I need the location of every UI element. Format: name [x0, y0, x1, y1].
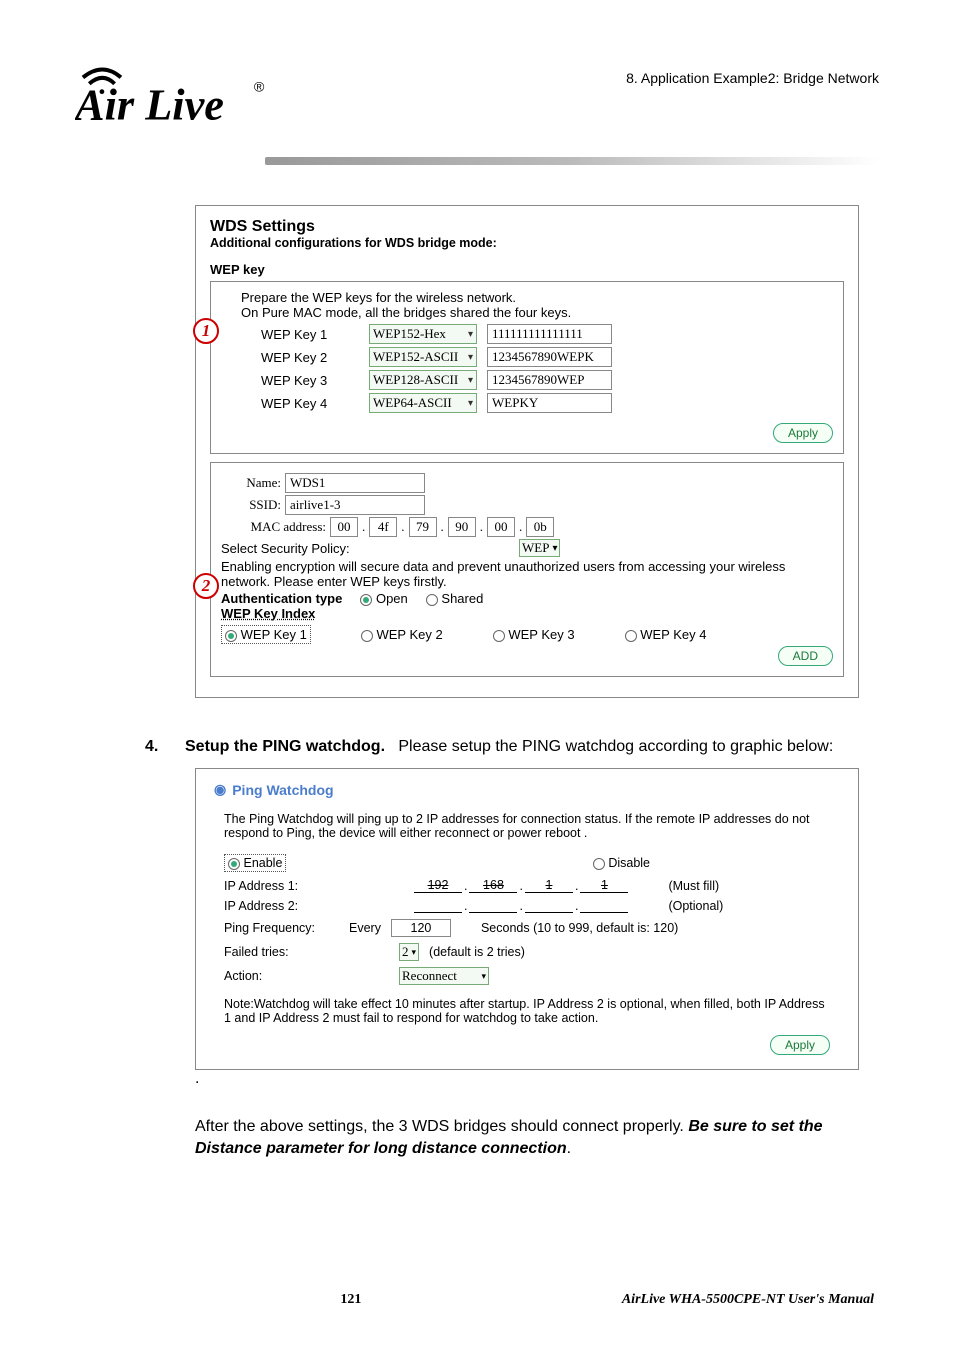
- wep-type-select[interactable]: WEP128-ASCII▾: [369, 370, 477, 390]
- wep-key1-radio[interactable]: WEP Key 1: [221, 625, 311, 644]
- fail-label: Failed tries:: [224, 945, 339, 959]
- gear-icon: ◉: [214, 781, 226, 798]
- step-title: Setup the PING watchdog.: [185, 738, 385, 755]
- mac-octet-input[interactable]: 79: [409, 517, 437, 537]
- chevron-down-icon: ▾: [468, 352, 473, 363]
- wds-entry-section: 2 Name:WDS1 SSID:airlive1-3 MAC address:…: [210, 462, 844, 677]
- wep-value-input[interactable]: WEPKY: [487, 393, 612, 413]
- step-desc: Please setup the PING watchdog according…: [398, 738, 833, 755]
- action-label: Action:: [224, 969, 339, 983]
- wep-key-row: WEP Key 3 WEP128-ASCII▾ 1234567890WEP: [261, 370, 833, 390]
- chevron-down-icon: ▾: [468, 375, 473, 386]
- wep-value-input[interactable]: 1234567890WEPK: [487, 347, 612, 367]
- mac-octet-input[interactable]: 00: [487, 517, 515, 537]
- manual-title: AirLive WHA-5500CPE-NT User's Manual: [622, 1292, 874, 1308]
- wep-key3-radio[interactable]: WEP Key 3: [493, 627, 575, 642]
- add-button[interactable]: ADD: [778, 646, 833, 666]
- ip2-input[interactable]: . . .: [414, 899, 628, 913]
- wep-intro-1: Prepare the WEP keys for the wireless ne…: [241, 290, 833, 305]
- chevron-down-icon: ▾: [468, 398, 473, 409]
- mac-octet-input[interactable]: 00: [330, 517, 358, 537]
- wep-key-row: WEP Key 1 WEP152-Hex▾ 111111111111111: [261, 324, 833, 344]
- mac-label: MAC address:: [221, 519, 326, 535]
- wep-key-row: WEP Key 2 WEP152-ASCII▾ 1234567890WEPK: [261, 347, 833, 367]
- step-4: 4. Setup the PING watchdog. Please setup…: [145, 738, 859, 756]
- mac-octet-input[interactable]: 0b: [526, 517, 554, 537]
- svg-text:®: ®: [254, 80, 265, 96]
- mac-octet-input[interactable]: 90: [448, 517, 476, 537]
- wep-key-section: 1 Prepare the WEP keys for the wireless …: [210, 281, 844, 454]
- fail-select[interactable]: 2▾: [399, 943, 419, 961]
- airlive-logo: Air Live ®: [75, 60, 265, 135]
- wep-value-input[interactable]: 1234567890WEP: [487, 370, 612, 390]
- action-select[interactable]: Reconnect▾: [399, 967, 489, 985]
- wep-key-label: WEP Key 4: [261, 396, 359, 411]
- ip2-label: IP Address 2:: [224, 899, 339, 913]
- step-number: 4.: [145, 738, 165, 756]
- security-label: Select Security Policy:: [221, 541, 396, 556]
- ping-title: ◉ Ping Watchdog: [214, 781, 840, 798]
- wds-subtitle: Additional configurations for WDS bridge…: [210, 236, 844, 250]
- page-number: 121: [340, 1292, 361, 1308]
- encryption-note: Enabling encryption will secure data and…: [221, 559, 833, 589]
- apply-button[interactable]: Apply: [773, 423, 833, 443]
- ip1-input[interactable]: 192. 168. 1. 1: [414, 878, 628, 893]
- wep-key-label: WEP Key 2: [261, 350, 359, 365]
- chapter-heading: 8. Application Example2: Bridge Network: [626, 70, 879, 86]
- chevron-down-icon: ▾: [481, 971, 486, 982]
- ssid-input[interactable]: airlive1-3: [285, 495, 425, 515]
- chevron-down-icon: ▾: [552, 543, 557, 554]
- wep-key-label: WEP Key 1: [261, 327, 359, 342]
- ip2-note: (Optional): [668, 899, 723, 913]
- ip1-note: (Must fill): [668, 879, 719, 893]
- ip1-label: IP Address 1:: [224, 879, 339, 893]
- wep-key4-radio[interactable]: WEP Key 4: [625, 627, 707, 642]
- callout-2: 2: [193, 573, 219, 599]
- disable-radio[interactable]: Disable: [593, 856, 650, 870]
- ping-note: Note:Watchdog will take effect 10 minute…: [224, 997, 830, 1025]
- wep-value-input[interactable]: 111111111111111: [487, 324, 612, 344]
- freq-every: Every: [349, 921, 381, 935]
- wep-key-label: WEP Key 3: [261, 373, 359, 388]
- freq-label: Ping Frequency:: [224, 921, 339, 935]
- wds-title: WDS Settings: [210, 218, 844, 236]
- security-select[interactable]: WEP▾: [519, 539, 560, 557]
- chevron-down-icon: ▾: [468, 329, 473, 340]
- ping-desc: The Ping Watchdog will ping up to 2 IP a…: [224, 812, 830, 840]
- ping-watchdog-panel: ◉ Ping Watchdog The Ping Watchdog will p…: [195, 768, 859, 1070]
- freq-note: Seconds (10 to 999, default is: 120): [481, 921, 678, 935]
- ping-apply-button[interactable]: Apply: [770, 1035, 830, 1055]
- page-footer: 121 AirLive WHA-5500CPE-NT User's Manual: [0, 1292, 954, 1308]
- auth-shared-radio[interactable]: Shared: [426, 591, 484, 606]
- callout-1: 1: [193, 318, 219, 344]
- enable-radio[interactable]: Enable: [224, 854, 286, 872]
- wep-key-index-label: WEP Key Index: [221, 606, 833, 621]
- mac-octet-input[interactable]: 4f: [369, 517, 397, 537]
- chevron-down-icon: ▾: [412, 947, 417, 958]
- auth-open-radio[interactable]: Open: [360, 591, 407, 606]
- wep-key-row: WEP Key 4 WEP64-ASCII▾ WEPKY: [261, 393, 833, 413]
- fail-note: (default is 2 tries): [429, 945, 525, 959]
- wep-type-select[interactable]: WEP152-Hex▾: [369, 324, 477, 344]
- name-input[interactable]: WDS1: [285, 473, 425, 493]
- name-label: Name:: [221, 475, 281, 491]
- wep-intro-2: On Pure MAC mode, all the bridges shared…: [241, 305, 833, 320]
- ssid-label: SSID:: [221, 497, 281, 513]
- wep-type-select[interactable]: WEP152-ASCII▾: [369, 347, 477, 367]
- auth-type-label: Authentication type: [221, 591, 342, 606]
- wep-key-heading: WEP key: [210, 262, 844, 277]
- header-divider: [265, 157, 879, 165]
- wep-type-select[interactable]: WEP64-ASCII▾: [369, 393, 477, 413]
- closing-paragraph: After the above settings, the 3 WDS brid…: [195, 1116, 859, 1159]
- wep-key2-radio[interactable]: WEP Key 2: [361, 627, 443, 642]
- wds-settings-panel: WDS Settings Additional configurations f…: [195, 205, 859, 698]
- freq-input[interactable]: 120: [391, 919, 451, 937]
- svg-text:Air Live: Air Live: [75, 79, 224, 129]
